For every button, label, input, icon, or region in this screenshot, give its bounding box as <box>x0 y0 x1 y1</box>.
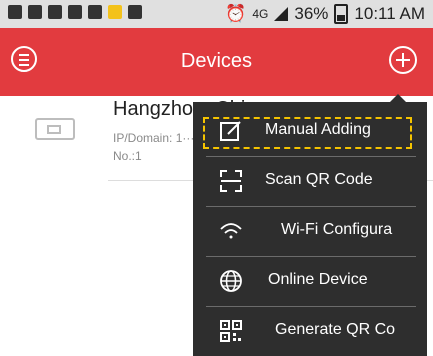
device-channel: No.:1 <box>113 149 142 163</box>
wifi-status-icon <box>48 5 62 19</box>
edit-status-icon <box>88 5 102 19</box>
camera-device-icon <box>35 118 75 140</box>
gallery-icon <box>8 5 22 19</box>
page-title: Devices <box>180 50 253 72</box>
menu-item-label: Generate QR Co <box>275 321 396 338</box>
app-bar: Devices <box>0 28 433 96</box>
alarm-icon: ⏰ <box>225 4 247 23</box>
globe-icon <box>219 269 243 293</box>
system-status: ⏰ 4G 36% 10:11 AM <box>225 4 425 24</box>
scan-icon <box>219 169 243 193</box>
camera-icon <box>28 5 42 19</box>
menu-item-label: Wi-Fi Configura <box>281 221 393 238</box>
image-icon <box>68 5 82 19</box>
highlight-box <box>203 117 412 149</box>
clock: 10:11 AM <box>354 4 425 23</box>
menu-item-label: Online Device <box>268 271 368 288</box>
menu-item-generate-qr[interactable]: Generate QR Co <box>193 306 427 356</box>
battery-icon <box>334 4 349 24</box>
battery-percent: 36% <box>294 4 329 23</box>
menu-arrow <box>390 94 406 102</box>
network-type: 4G <box>252 7 269 21</box>
notification-icons <box>8 5 142 19</box>
menu-item-label: Scan QR Code <box>265 171 373 188</box>
app-notification-icon <box>108 5 122 19</box>
menu-item-wifi-config[interactable]: Wi-Fi Configura <box>193 206 427 256</box>
signal-icon <box>274 7 289 21</box>
qr-code-icon <box>219 319 243 343</box>
add-device-button[interactable] <box>389 46 417 74</box>
status-bar: ⏰ 4G 36% 10:11 AM <box>0 0 433 28</box>
media-icon <box>128 5 142 19</box>
menu-item-online-device[interactable]: Online Device <box>193 256 427 306</box>
menu-item-scan-qr[interactable]: Scan QR Code <box>193 156 427 206</box>
wifi-icon <box>219 219 243 243</box>
device-ip: IP/Domain: 1··· <box>113 131 195 145</box>
